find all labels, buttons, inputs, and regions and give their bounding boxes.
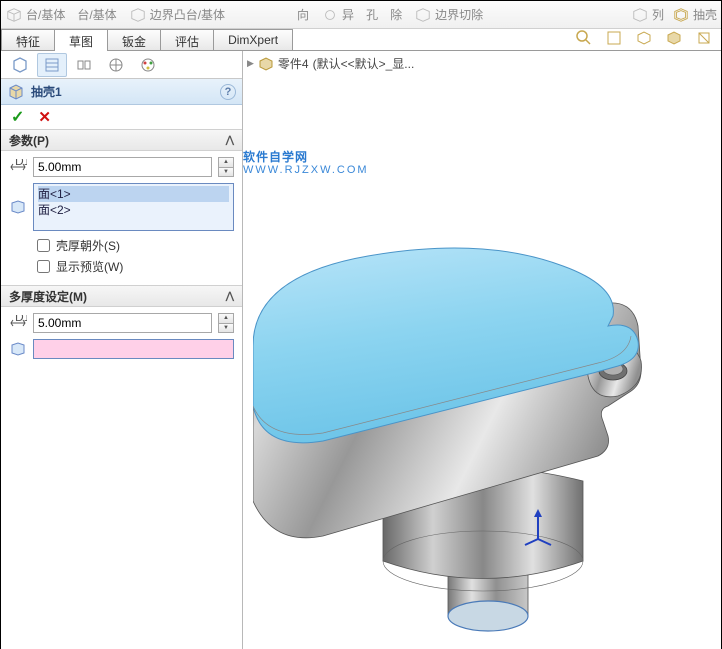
- thickness-spinner[interactable]: ▲▼: [218, 157, 234, 177]
- params-title: 参数(P): [9, 132, 49, 149]
- part-name: 零件4: [278, 55, 309, 72]
- cube-icon: [321, 7, 339, 23]
- shell-icon: [672, 7, 690, 23]
- view-toolbar: [573, 27, 715, 49]
- spin-up-icon[interactable]: ▲: [219, 314, 233, 324]
- help-button[interactable]: ?: [220, 84, 236, 100]
- cube-icon: [129, 7, 147, 23]
- panel-tab-property[interactable]: [37, 53, 67, 77]
- shell-feature-icon: [7, 83, 25, 101]
- tab-dimxpert[interactable]: DimXpert: [213, 29, 293, 50]
- display-style-icon[interactable]: [663, 27, 685, 49]
- zoom-area-icon[interactable]: [603, 27, 625, 49]
- watermark-title: 软件自学网: [243, 151, 369, 163]
- cube-icon: [631, 7, 649, 23]
- ribbon-cmd[interactable]: 台/基体: [77, 6, 116, 23]
- origin-triad: [523, 509, 553, 549]
- thickness-icon: D1: [9, 315, 27, 331]
- face-select-icon: [9, 341, 27, 357]
- ribbon-label: 除: [390, 6, 402, 23]
- face-select-icon: [9, 199, 27, 215]
- panel-tab-config[interactable]: [69, 53, 99, 77]
- face-item[interactable]: 面<1>: [38, 186, 229, 202]
- feature-tabs: 特征 草图 钣金 评估 DimXpert: [1, 29, 721, 51]
- tab-sheetmetal[interactable]: 钣金: [107, 29, 161, 50]
- spin-down-icon[interactable]: ▼: [219, 324, 233, 333]
- checkbox-input[interactable]: [37, 260, 50, 273]
- ribbon-cmd[interactable]: 台/基体: [5, 6, 65, 23]
- tab-feature[interactable]: 特征: [1, 29, 55, 50]
- flyout-tree[interactable]: ▶ 零件4 (默认<<默认>_显...: [247, 55, 414, 72]
- watermark: 软件自学网 WWW.RJZXW.COM: [243, 151, 369, 176]
- spin-down-icon[interactable]: ▼: [219, 168, 233, 177]
- zoom-fit-icon[interactable]: [573, 27, 595, 49]
- panel-tab-dimxpert[interactable]: [101, 53, 131, 77]
- cube-icon: [5, 7, 23, 23]
- thickness-icon: D1: [9, 159, 27, 175]
- section-view-icon[interactable]: [693, 27, 715, 49]
- ribbon-label: 抽壳: [693, 6, 717, 23]
- ribbon-label: 列: [652, 6, 664, 23]
- cube-icon: [414, 7, 432, 23]
- svg-text:D1: D1: [15, 159, 27, 168]
- face-selection-list[interactable]: 面<1> 面<2>: [33, 183, 234, 231]
- ribbon-cmd[interactable]: 异: [321, 6, 354, 23]
- ribbon-label: 孔: [366, 6, 378, 23]
- ribbon-cmd[interactable]: 边界切除: [414, 6, 483, 23]
- params-header[interactable]: 参数(P) ⋀: [1, 129, 242, 151]
- feature-name: 抽壳1: [31, 83, 62, 100]
- collapse-icon: ⋀: [226, 291, 234, 302]
- panel-tab-appearance[interactable]: [133, 53, 163, 77]
- checkbox-input[interactable]: [37, 239, 50, 252]
- ribbon-cmd[interactable]: 边界凸台/基体: [129, 6, 225, 23]
- spin-up-icon[interactable]: ▲: [219, 158, 233, 168]
- svg-text:D1: D1: [15, 315, 27, 324]
- ribbon-label: 边界切除: [435, 6, 483, 23]
- ribbon-cmd[interactable]: 列: [631, 6, 664, 23]
- part-icon: [258, 56, 274, 72]
- ribbon-cmd[interactable]: 孔: [366, 6, 378, 23]
- model-render: [253, 181, 721, 649]
- graphics-viewport[interactable]: ▶ 零件4 (默认<<默认>_显... 软件自学网 WWW.RJZXW.COM: [243, 51, 721, 649]
- panel-tab-bar: [1, 51, 242, 79]
- tab-sketch[interactable]: 草图: [54, 29, 108, 50]
- ribbon-label: 台/基体: [26, 6, 65, 23]
- command-ribbon: 台/基体 台/基体 边界凸台/基体 向 异 孔 除 边界切除 列 抽壳: [1, 1, 721, 29]
- cancel-button[interactable]: ✕: [38, 108, 51, 126]
- multi-face-selection[interactable]: [33, 339, 234, 359]
- shell-outward-checkbox[interactable]: 壳厚朝外(S): [37, 237, 234, 254]
- watermark-url: WWW.RJZXW.COM: [243, 165, 369, 176]
- view-orient-icon[interactable]: [633, 27, 655, 49]
- collapse-icon: ⋀: [226, 135, 234, 146]
- multi-title: 多厚度设定(M): [9, 288, 87, 305]
- feature-title-bar: 抽壳1 ?: [1, 79, 242, 105]
- checkbox-label: 壳厚朝外(S): [56, 237, 120, 254]
- face-item[interactable]: 面<2>: [38, 202, 229, 218]
- ribbon-label: 边界凸台/基体: [150, 6, 225, 23]
- ribbon-cmd[interactable]: 向: [297, 6, 309, 23]
- checkbox-label: 显示预览(W): [56, 258, 123, 275]
- ribbon-label: 台/基体: [77, 6, 116, 23]
- expand-icon[interactable]: ▶: [247, 58, 254, 69]
- panel-tab-tree[interactable]: [5, 53, 35, 77]
- ok-button[interactable]: ✓: [11, 107, 24, 127]
- confirm-row: ✓ ✕: [1, 105, 242, 129]
- multi-thickness-input[interactable]: [33, 313, 212, 333]
- show-preview-checkbox[interactable]: 显示预览(W): [37, 258, 234, 275]
- ribbon-label: 异: [342, 6, 354, 23]
- ribbon-cmd[interactable]: 除: [390, 6, 402, 23]
- multi-thickness-spinner[interactable]: ▲▼: [218, 313, 234, 333]
- ribbon-label: 向: [297, 6, 309, 23]
- config-name: (默认<<默认>_显...: [313, 55, 415, 72]
- property-manager: 抽壳1 ? ✓ ✕ 参数(P) ⋀ D1 ▲▼ 面<1> 面<2>: [1, 51, 243, 649]
- multi-thickness-header[interactable]: 多厚度设定(M) ⋀: [1, 285, 242, 307]
- ribbon-cmd-shell[interactable]: 抽壳: [672, 6, 717, 23]
- tab-evaluate[interactable]: 评估: [160, 29, 214, 50]
- thickness-input[interactable]: [33, 157, 212, 177]
